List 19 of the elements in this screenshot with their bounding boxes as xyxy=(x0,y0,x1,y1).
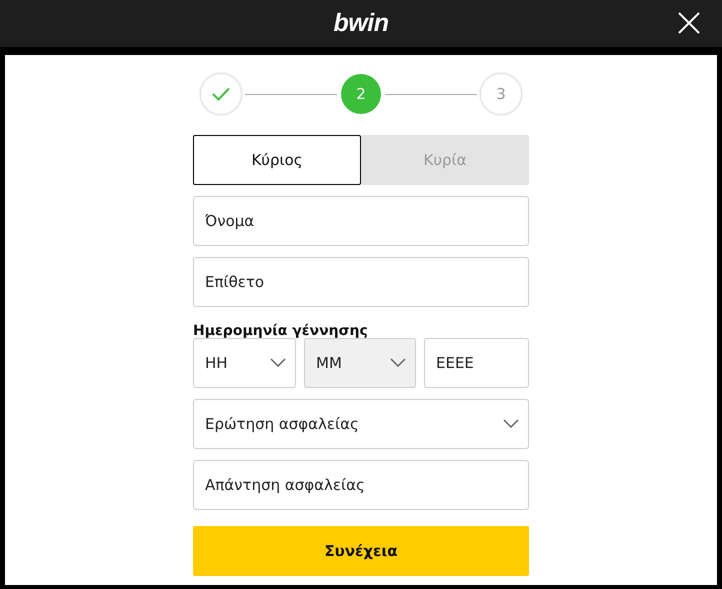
step-number: 3 xyxy=(481,74,521,114)
input-field[interactable]: Επίθετο xyxy=(193,257,529,307)
select-field[interactable]: Ερώτηση ασφαλείας xyxy=(193,399,529,449)
logo: bwin xyxy=(334,9,388,38)
input-field[interactable]: Απάντηση ασφαλείας xyxy=(193,460,529,510)
continue-button[interactable]: Συνέχεια xyxy=(193,526,529,576)
select-field[interactable]: ΜΜ xyxy=(304,338,416,388)
title-option[interactable]: Κύριος xyxy=(193,135,361,185)
close-button[interactable] xyxy=(678,12,700,34)
step-number: 2 xyxy=(341,74,381,114)
input-field[interactable]: Όνομα xyxy=(193,196,529,246)
chevron-down-icon xyxy=(390,358,406,367)
chevron-down-icon xyxy=(270,358,286,367)
check-icon xyxy=(212,87,230,101)
field-label: Ημερομηνία γέννησης xyxy=(193,323,369,339)
close-icon xyxy=(678,12,700,34)
input-field[interactable]: ΕΕΕΕ xyxy=(424,338,529,388)
chevron-down-icon xyxy=(503,419,519,428)
select-field[interactable]: ΗΗ xyxy=(193,338,296,388)
